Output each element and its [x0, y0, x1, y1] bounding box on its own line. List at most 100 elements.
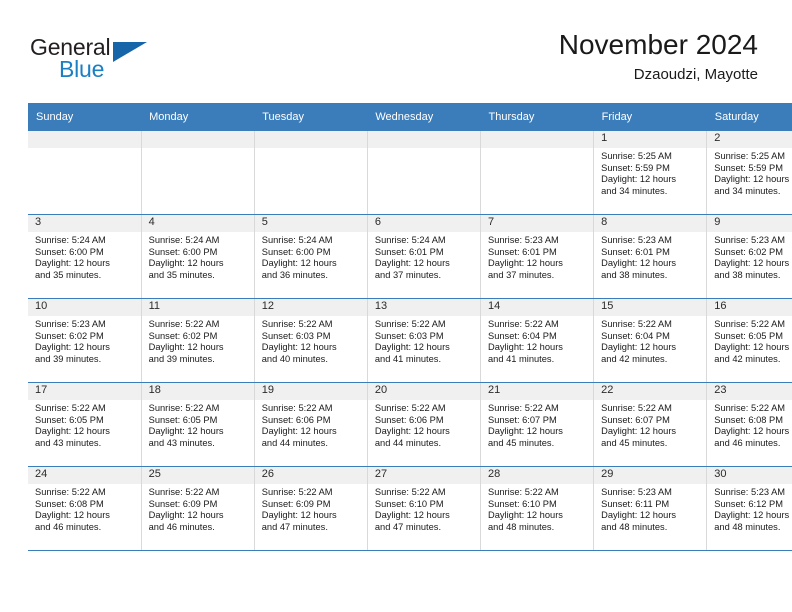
sunrise-time: Sunrise: 5:22 AM	[261, 487, 333, 497]
day-cell-inner: 28 Sunrise: 5:22 AM Sunset: 6:10 PM Dayligh…	[481, 467, 594, 550]
day-cell-details: Sunrise: 5:22 AM Sunset: 6:03 PM Daylight:…	[368, 316, 480, 365]
calendar-day-cell[interactable]: 13 Sunrise: 5:22 AM Sunset: 6:03 PM Dayligh…	[366, 298, 482, 383]
calendar-day-cell[interactable]: 16 Sunrise: 5:22 AM Sunset: 6:05 PM Dayligh…	[706, 298, 792, 383]
calendar-body: 1 Sunrise: 5:25 AM Sunset: 5:59 PM Daylight…	[28, 131, 792, 551]
daylight-duration-line1: Daylight: 12 hours	[374, 426, 450, 437]
calendar-day-cell[interactable]: 26 Sunrise: 5:22 AM Sunset: 6:09 PM Dayligh…	[253, 466, 368, 551]
calendar-day-cell[interactable]: 14 Sunrise: 5:22 AM Sunset: 6:04 PM Dayligh…	[479, 298, 595, 383]
day-cell-inner: 7 Sunrise: 5:23 AM Sunset: 6:01 PM Daylight…	[481, 215, 594, 298]
day-cell-details: Sunrise: 5:22 AM Sunset: 6:10 PM Daylight:…	[481, 484, 593, 533]
sunset-time: Sunset: 6:07 PM	[601, 414, 670, 425]
daylight-duration-line2: and 41 minutes.	[488, 353, 555, 364]
calendar-day-cell[interactable]: 5 Sunrise: 5:24 AM Sunset: 6:00 PM Daylight…	[253, 214, 368, 299]
calendar-day-cell-empty	[479, 131, 595, 215]
day-cell-inner	[367, 131, 480, 214]
calendar-table: Sunday Monday Tuesday Wednesday Thursday Frid…	[28, 103, 792, 551]
calendar-page: General Blue November 2024 Dzaoudzi, May…	[0, 0, 792, 612]
daylight-duration-line2: and 47 minutes.	[374, 521, 442, 532]
daylight-duration-line2: and 37 minutes.	[374, 269, 442, 280]
sunrise-time: Sunrise: 5:24 AM	[374, 235, 446, 245]
general-blue-logo[interactable]: General Blue	[30, 34, 190, 90]
calendar-day-cell[interactable]: 7 Sunrise: 5:23 AM Sunset: 6:01 PM Daylight…	[479, 214, 595, 299]
sunset-time: Sunset: 6:08 PM	[35, 498, 104, 509]
day-number	[28, 131, 141, 148]
day-number: 1	[594, 131, 707, 148]
day-number: 24	[28, 467, 141, 484]
calendar-day-cell[interactable]: 1 Sunrise: 5:25 AM Sunset: 5:59 PM Daylight…	[593, 131, 708, 215]
weekday-header-sunday: Sunday	[28, 103, 142, 131]
sunrise-time: Sunrise: 5:22 AM	[35, 487, 106, 497]
day-number: 2	[707, 131, 792, 148]
calendar-day-cell[interactable]: 22 Sunrise: 5:22 AM Sunset: 6:07 PM Dayligh…	[593, 382, 708, 467]
daylight-duration-line2: and 36 minutes.	[261, 269, 328, 280]
calendar-day-cell[interactable]: 17 Sunrise: 5:22 AM Sunset: 6:05 PM Dayligh…	[28, 382, 142, 467]
day-cell-details: Sunrise: 5:24 AM Sunset: 6:01 PM Daylight:…	[368, 232, 480, 281]
calendar-day-cell[interactable]: 4 Sunrise: 5:24 AM Sunset: 6:00 PM Daylight…	[140, 214, 255, 299]
calendar-day-cell-empty	[253, 131, 368, 215]
calendar-day-cell[interactable]: 18 Sunrise: 5:22 AM Sunset: 6:05 PM Dayligh…	[140, 382, 255, 467]
calendar-day-cell[interactable]: 2 Sunrise: 5:25 AM Sunset: 5:59 PM Daylight…	[706, 131, 792, 215]
daylight-duration-line1: Daylight: 12 hours	[601, 426, 677, 437]
sunrise-time: Sunrise: 5:22 AM	[714, 403, 786, 413]
calendar-day-cell[interactable]: 11 Sunrise: 5:22 AM Sunset: 6:02 PM Dayligh…	[140, 298, 255, 383]
calendar-day-cell[interactable]: 19 Sunrise: 5:22 AM Sunset: 6:06 PM Dayligh…	[253, 382, 368, 467]
daylight-duration-line1: Daylight: 12 hours	[714, 342, 790, 353]
calendar-day-cell[interactable]: 27 Sunrise: 5:22 AM Sunset: 6:10 PM Dayligh…	[366, 466, 482, 551]
day-number: 12	[254, 299, 367, 316]
sunrise-time: Sunrise: 5:24 AM	[35, 235, 106, 245]
day-cell-inner: 16 Sunrise: 5:22 AM Sunset: 6:05 PM Dayligh…	[707, 299, 792, 382]
sunrise-time: Sunrise: 5:22 AM	[35, 403, 106, 413]
sunrise-time: Sunrise: 5:25 AM	[714, 151, 786, 161]
daylight-duration-line1: Daylight: 12 hours	[148, 426, 224, 437]
calendar-day-cell[interactable]: 28 Sunrise: 5:22 AM Sunset: 6:10 PM Dayligh…	[479, 466, 595, 551]
daylight-duration-line2: and 43 minutes.	[148, 437, 215, 448]
day-cell-details: Sunrise: 5:23 AM Sunset: 6:12 PM Daylight:…	[707, 484, 792, 533]
day-cell-details: Sunrise: 5:24 AM Sunset: 6:00 PM Daylight:…	[255, 232, 367, 281]
calendar-day-cell[interactable]: 29 Sunrise: 5:23 AM Sunset: 6:11 PM Dayligh…	[593, 466, 708, 551]
daylight-duration-line1: Daylight: 12 hours	[261, 426, 337, 437]
day-cell-details: Sunrise: 5:22 AM Sunset: 6:05 PM Daylight:…	[28, 400, 141, 449]
daylight-duration-line2: and 34 minutes.	[714, 185, 781, 196]
daylight-duration-line2: and 39 minutes.	[148, 353, 215, 364]
day-number: 19	[254, 383, 367, 400]
weekday-header-thursday: Thursday	[480, 103, 594, 131]
logo-triangle-icon	[113, 42, 147, 62]
calendar-day-cell[interactable]: 23 Sunrise: 5:22 AM Sunset: 6:08 PM Dayligh…	[706, 382, 792, 467]
day-cell-details: Sunrise: 5:22 AM Sunset: 6:05 PM Daylight:…	[142, 400, 254, 449]
day-cell-details: Sunrise: 5:22 AM Sunset: 6:10 PM Daylight:…	[368, 484, 480, 533]
daylight-duration-line1: Daylight: 12 hours	[35, 342, 110, 353]
day-cell-details: Sunrise: 5:22 AM Sunset: 6:08 PM Daylight:…	[707, 400, 792, 449]
calendar-day-cell[interactable]: 21 Sunrise: 5:22 AM Sunset: 6:07 PM Dayligh…	[479, 382, 595, 467]
daylight-duration-line2: and 42 minutes.	[714, 353, 781, 364]
weekday-header-monday: Monday	[141, 103, 255, 131]
sunset-time: Sunset: 6:04 PM	[601, 330, 670, 341]
daylight-duration-line2: and 46 minutes.	[35, 521, 102, 532]
daylight-duration-line1: Daylight: 12 hours	[488, 342, 563, 353]
calendar-day-cell[interactable]: 24 Sunrise: 5:22 AM Sunset: 6:08 PM Dayligh…	[28, 466, 142, 551]
calendar-day-cell[interactable]: 25 Sunrise: 5:22 AM Sunset: 6:09 PM Dayligh…	[140, 466, 255, 551]
daylight-duration-line1: Daylight: 12 hours	[601, 174, 677, 185]
day-cell-inner: 4 Sunrise: 5:24 AM Sunset: 6:00 PM Daylight…	[141, 215, 254, 298]
day-cell-details: Sunrise: 5:22 AM Sunset: 6:04 PM Daylight:…	[481, 316, 593, 365]
daylight-duration-line1: Daylight: 12 hours	[488, 510, 563, 521]
daylight-duration-line2: and 38 minutes.	[714, 269, 781, 280]
day-cell-inner: 5 Sunrise: 5:24 AM Sunset: 6:00 PM Daylight…	[254, 215, 367, 298]
day-cell-inner: 24 Sunrise: 5:22 AM Sunset: 6:08 PM Dayligh…	[28, 467, 141, 550]
day-cell-inner: 11 Sunrise: 5:22 AM Sunset: 6:02 PM Dayligh…	[141, 299, 254, 382]
calendar-day-cell[interactable]: 6 Sunrise: 5:24 AM Sunset: 6:01 PM Daylight…	[366, 214, 482, 299]
day-cell-details: Sunrise: 5:22 AM Sunset: 6:07 PM Daylight:…	[481, 400, 593, 449]
calendar-day-cell[interactable]: 15 Sunrise: 5:22 AM Sunset: 6:04 PM Dayligh…	[593, 298, 708, 383]
daylight-duration-line1: Daylight: 12 hours	[261, 342, 337, 353]
calendar-day-cell[interactable]: 12 Sunrise: 5:22 AM Sunset: 6:03 PM Dayligh…	[253, 298, 368, 383]
calendar-day-cell[interactable]: 8 Sunrise: 5:23 AM Sunset: 6:01 PM Daylight…	[593, 214, 708, 299]
day-number: 21	[481, 383, 594, 400]
calendar-day-cell[interactable]: 30 Sunrise: 5:23 AM Sunset: 6:12 PM Dayligh…	[706, 466, 792, 551]
calendar-day-cell[interactable]: 9 Sunrise: 5:23 AM Sunset: 6:02 PM Daylight…	[706, 214, 792, 299]
calendar-day-cell[interactable]: 20 Sunrise: 5:22 AM Sunset: 6:06 PM Dayligh…	[366, 382, 482, 467]
day-cell-details: Sunrise: 5:24 AM Sunset: 6:00 PM Daylight:…	[28, 232, 141, 281]
sunrise-time: Sunrise: 5:22 AM	[374, 403, 446, 413]
sunset-time: Sunset: 6:02 PM	[148, 330, 218, 341]
calendar-day-cell[interactable]: 3 Sunrise: 5:24 AM Sunset: 6:00 PM Daylight…	[28, 214, 142, 299]
calendar-day-cell[interactable]: 10 Sunrise: 5:23 AM Sunset: 6:02 PM Dayligh…	[28, 298, 142, 383]
sunrise-time: Sunrise: 5:22 AM	[488, 403, 559, 413]
